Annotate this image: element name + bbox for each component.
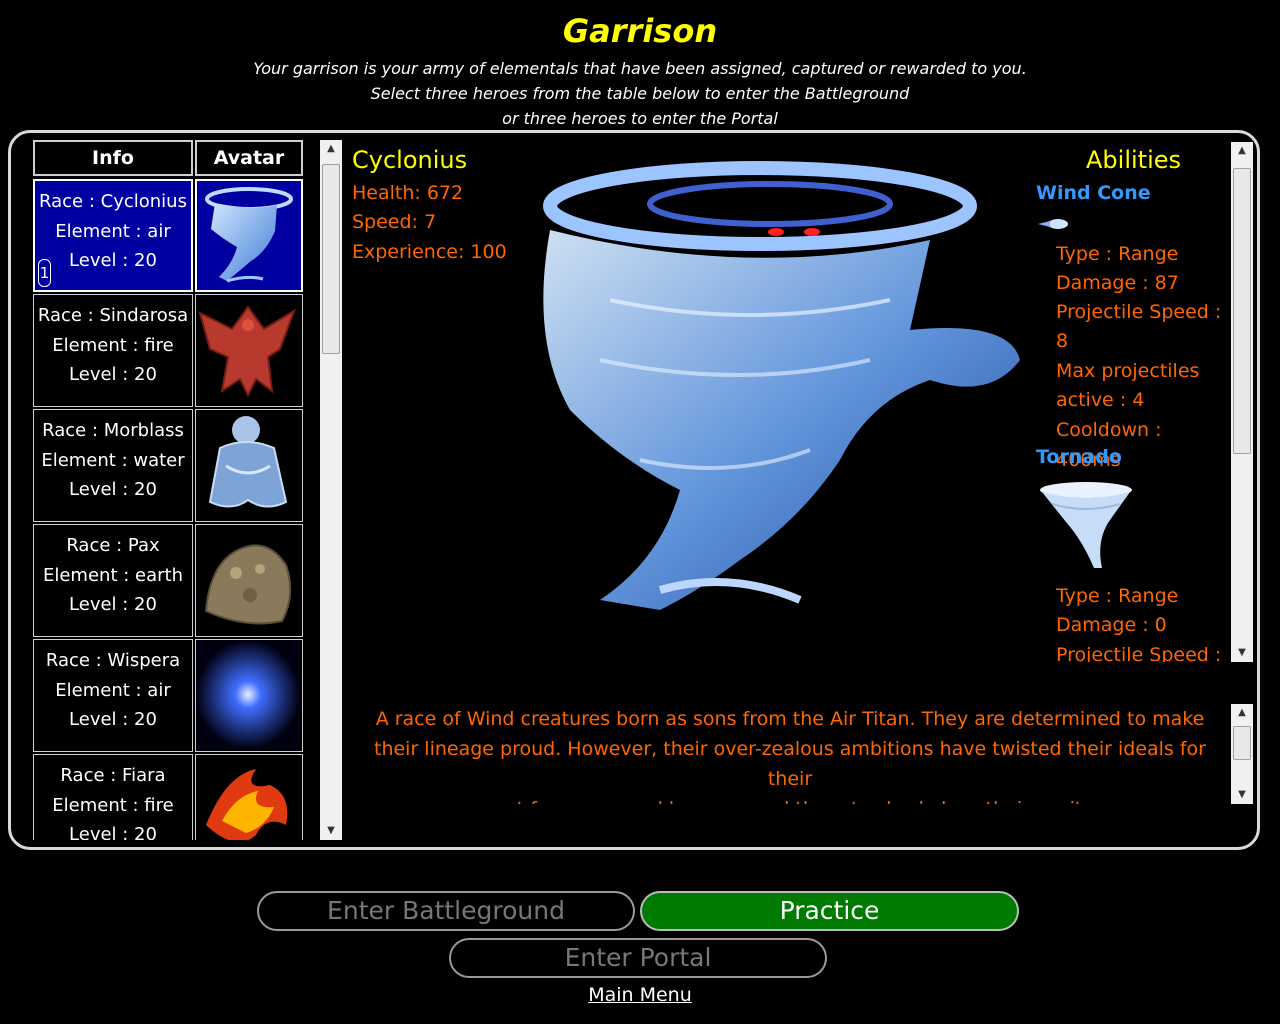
description-scrollbar[interactable]: ▲ ▼ — [1231, 704, 1253, 804]
ability-stat: Damage : 87 — [1056, 272, 1179, 294]
selection-badge: 1 — [38, 259, 51, 287]
ability-stat: Projectile Speed : — [1056, 644, 1222, 662]
scroll-down-icon[interactable]: ▼ — [320, 822, 342, 840]
page-subtitle: Your garrison is your army of elementals… — [0, 56, 1280, 131]
scrollbar-thumb[interactable] — [1233, 168, 1251, 454]
hero-experience: Experience: 100 — [352, 241, 507, 263]
hero-row-sindarosa[interactable]: Race : Sindarosa Element : fire Level : … — [33, 294, 303, 407]
scroll-up-icon[interactable]: ▲ — [320, 140, 342, 158]
hero-table: Info Avatar Race : Cyclonius Element : a… — [31, 140, 321, 840]
hero-race: Race : Morblass — [42, 420, 184, 441]
ability-name: Wind Cone — [1036, 182, 1151, 204]
hero-element: Element : earth — [42, 564, 183, 586]
ability-stat: Type : Range — [1056, 585, 1179, 607]
info-column-header: Info — [33, 140, 193, 176]
wind-cone-icon — [1038, 219, 1068, 229]
hero-race: Race : Pax — [66, 535, 160, 556]
pax-avatar-icon[interactable] — [195, 524, 303, 637]
hero-row-morblass[interactable]: Race : Morblass Element : water Level : … — [33, 409, 303, 522]
hero-level: Level : 20 — [69, 250, 157, 271]
abilities-scrollbar[interactable]: ▲ ▼ — [1231, 142, 1253, 662]
hero-info-cell[interactable]: Race : Morblass Element : water Level : … — [33, 409, 193, 522]
hero-level: Level : 20 — [69, 479, 157, 500]
ability-stat: Damage : 0 — [1056, 614, 1167, 636]
cyclonius-avatar-icon[interactable] — [195, 179, 303, 292]
ability-name: Tornado — [1036, 446, 1122, 468]
scroll-up-icon[interactable]: ▲ — [1231, 704, 1253, 722]
hero-element: Element : fire — [52, 334, 174, 356]
hero-info-cell[interactable]: Race : Wispera Element : air Level : 20 — [33, 639, 193, 752]
hero-info-cell[interactable]: Race : Sindarosa Element : fire Level : … — [33, 294, 193, 407]
abilities-title: Abilities — [1086, 146, 1182, 174]
enter-portal-button[interactable]: Enter Portal — [449, 938, 827, 978]
hero-info-cell[interactable]: Race : Fiara Element : fire Level : 20 — [33, 754, 193, 840]
hero-table-scrollbar[interactable]: ▲ ▼ — [320, 140, 342, 840]
scroll-down-icon[interactable]: ▼ — [1231, 786, 1253, 804]
hero-race: Race : Sindarosa — [37, 305, 189, 326]
scrollbar-thumb[interactable] — [322, 164, 340, 354]
wispera-avatar-icon[interactable] — [195, 639, 303, 752]
ability-stat: Type : Range — [1056, 243, 1179, 265]
page-title: Garrison — [562, 12, 718, 50]
abilities-panel: Abilities Wind Cone Type : Range Damage … — [1034, 144, 1230, 662]
hero-element: Element : air — [55, 220, 171, 242]
hero-level: Level : 20 — [69, 824, 157, 840]
hero-element: Element : fire — [52, 794, 174, 816]
description-line: their lineage proud. However, their over… — [374, 738, 1206, 790]
hero-race: Race : Wispera — [45, 650, 181, 671]
scroll-up-icon[interactable]: ▲ — [1231, 142, 1253, 160]
scrollbar-thumb[interactable] — [1233, 726, 1251, 760]
avatar-column-header: Avatar — [195, 140, 303, 176]
hero-element: Element : water — [41, 449, 185, 471]
hero-info-cell[interactable]: Race : Cyclonius Element : air Level : 2… — [33, 179, 193, 292]
main-menu-link[interactable]: Main Menu — [0, 984, 1280, 1006]
hero-element: Element : air — [55, 679, 171, 701]
hero-row-cyclonius[interactable]: Race : Cyclonius Element : air Level : 2… — [33, 179, 303, 292]
subtitle-line: Your garrison is your army of elementals… — [253, 59, 1027, 78]
tornado-icon — [1040, 482, 1132, 568]
morblass-avatar-icon[interactable] — [195, 409, 303, 522]
hero-detail-name: Cyclonius — [352, 146, 468, 174]
subtitle-line: Select three heroes from the table below… — [370, 84, 910, 103]
ability-stat: active : 4 — [1056, 389, 1145, 411]
hero-description: A race of Wind creatures born as sons fr… — [350, 704, 1230, 804]
ability-stat: Max projectiles — [1056, 360, 1200, 382]
description-line: quest for power and have caused them to … — [350, 794, 1230, 804]
hero-info-cell[interactable]: Race : Pax Element : earth Level : 20 — [33, 524, 193, 637]
hero-level: Level : 20 — [69, 709, 157, 730]
cyclonius-portrait-icon — [543, 161, 1020, 610]
hero-row-wispera[interactable]: Race : Wispera Element : air Level : 20 — [33, 639, 303, 752]
ability-stat: 8 — [1056, 330, 1069, 352]
practice-button[interactable]: Practice — [640, 891, 1019, 931]
ability-stat: Projectile Speed : — [1056, 301, 1222, 323]
hero-race: Race : Fiara — [60, 765, 166, 786]
hero-level: Level : 20 — [69, 594, 157, 615]
hero-row-pax[interactable]: Race : Pax Element : earth Level : 20 — [33, 524, 303, 637]
enter-battleground-button[interactable]: Enter Battleground — [257, 891, 635, 931]
description-line: A race of Wind creatures born as sons fr… — [375, 708, 1205, 730]
hero-row-fiara[interactable]: Race : Fiara Element : fire Level : 20 — [33, 754, 303, 840]
sindarosa-avatar-icon[interactable] — [195, 294, 303, 407]
subtitle-line: or three heroes to enter the Portal — [502, 109, 778, 128]
hero-speed: Speed: 7 — [352, 211, 437, 233]
hero-race: Race : Cyclonius — [39, 191, 187, 212]
scroll-down-icon[interactable]: ▼ — [1231, 644, 1253, 662]
hero-health: Health: 672 — [352, 182, 464, 204]
fiara-avatar-icon[interactable] — [195, 754, 303, 840]
hero-level: Level : 20 — [69, 364, 157, 385]
